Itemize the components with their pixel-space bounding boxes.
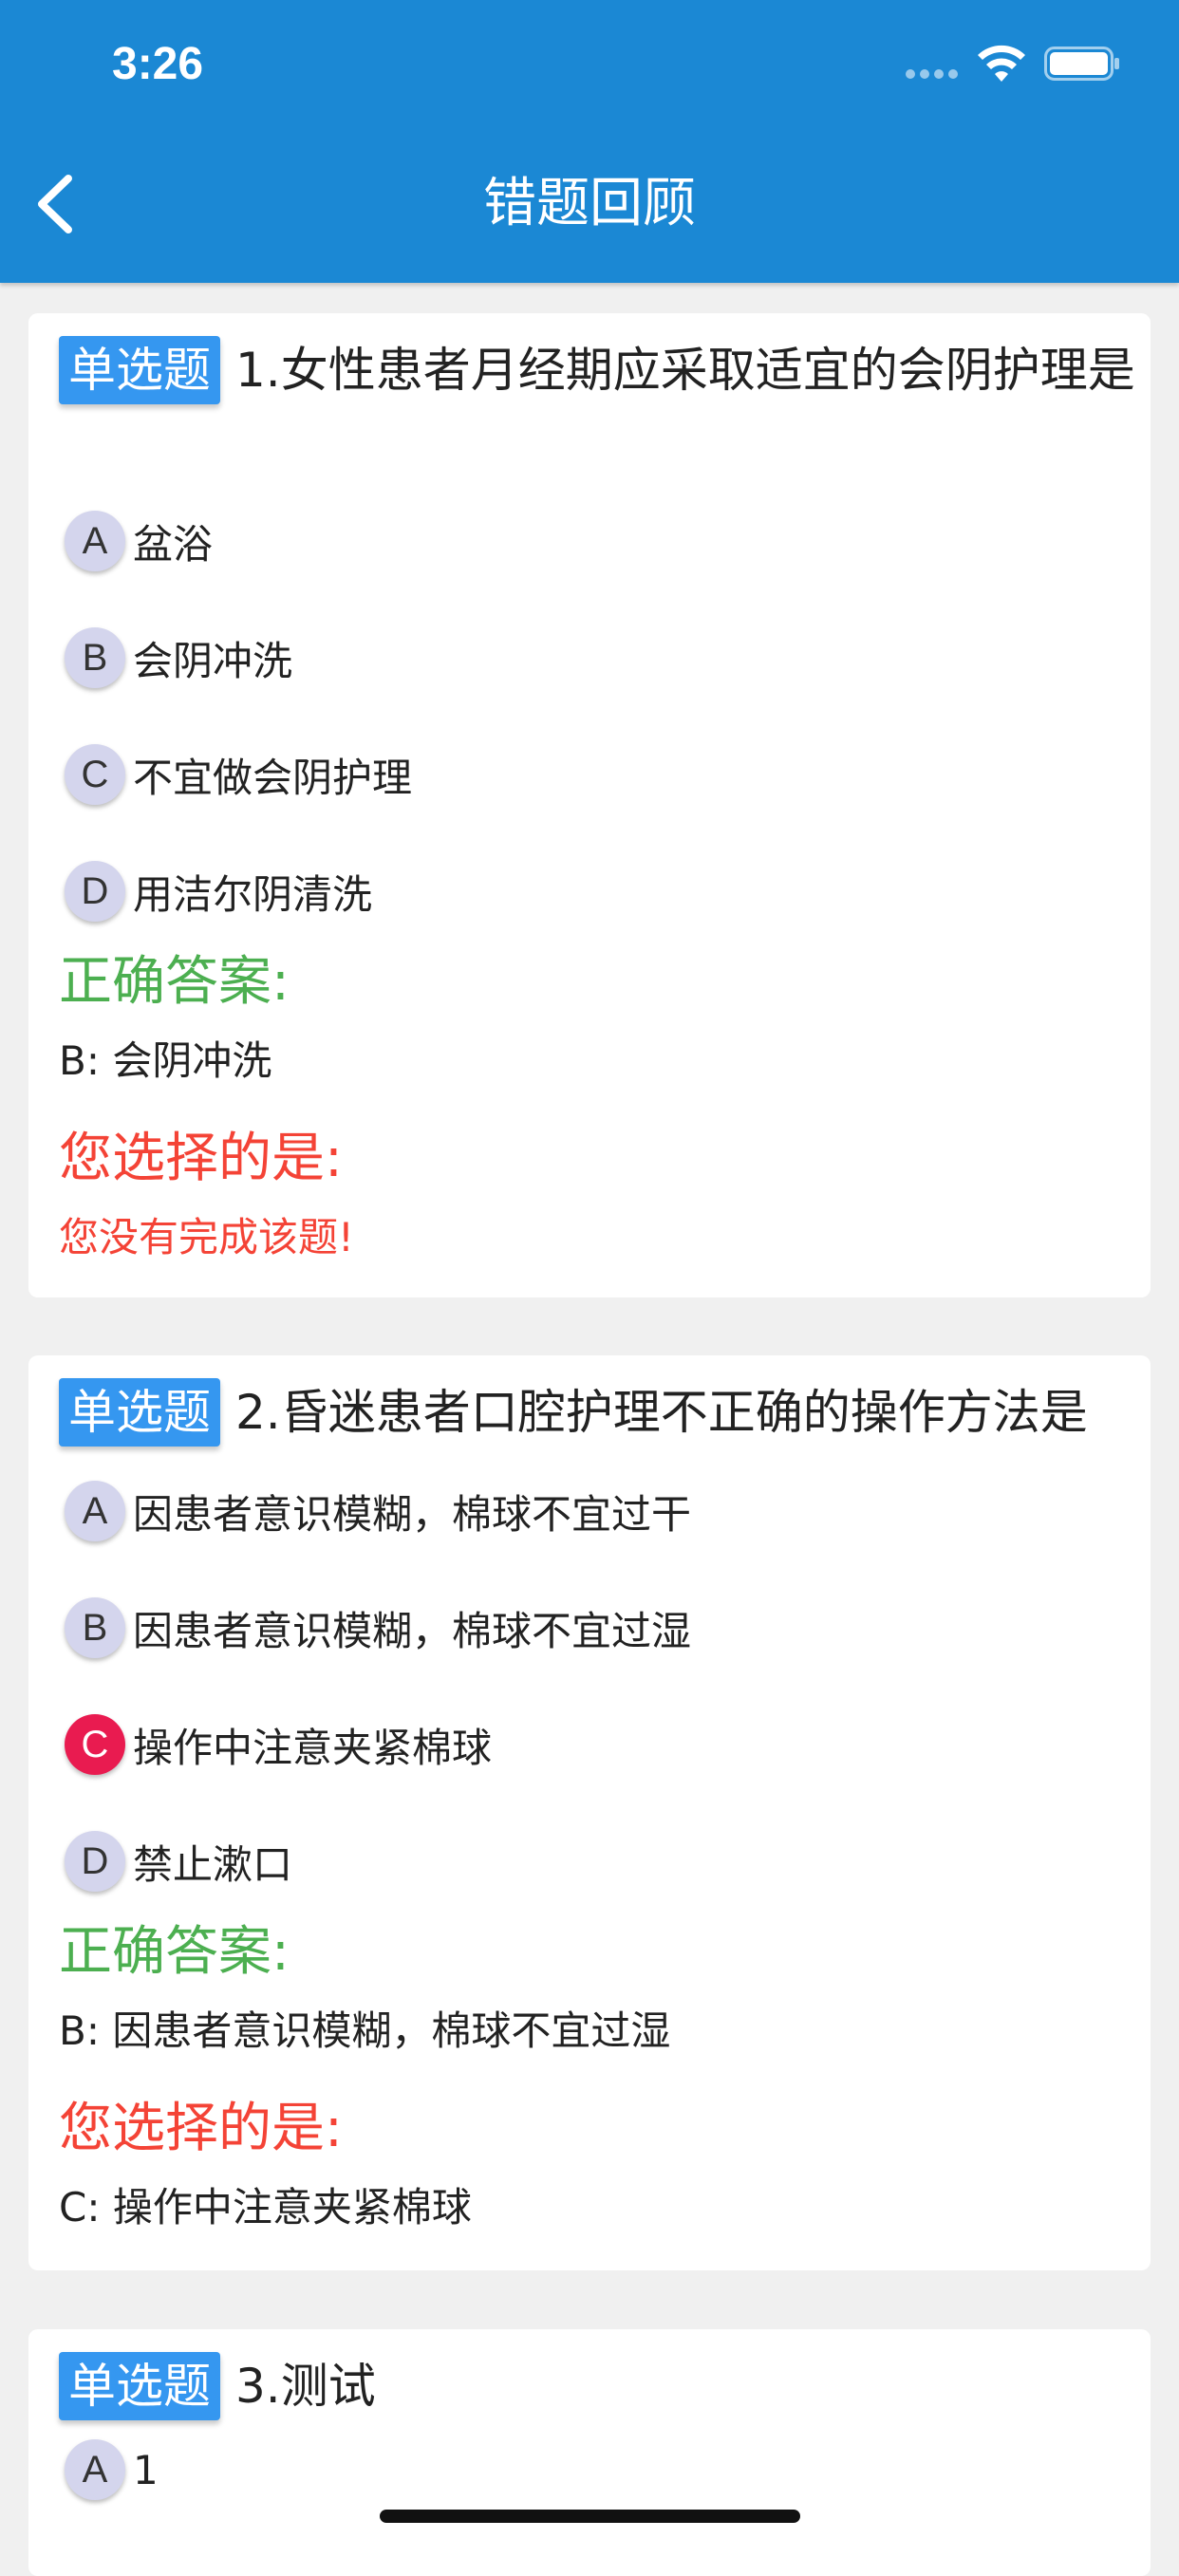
app-header: 3:26 错题回顾 bbox=[0, 0, 1179, 283]
question-card: 单选题 2.昏迷患者口腔护理不正确的操作方法是 A 因患者意识模糊，棉球不宜过干 … bbox=[28, 1355, 1151, 2270]
correct-answer-text: B: 因患者意识模糊，棉球不宜过湿 bbox=[59, 2007, 671, 2054]
chosen-answer-label: 您选择的是: bbox=[59, 2098, 343, 2159]
option-letter: D bbox=[65, 861, 125, 922]
chosen-answer-text: C: 操作中注意夹紧棉球 bbox=[59, 2184, 472, 2231]
option-text: 因患者意识模糊，棉球不宜过湿 bbox=[133, 1607, 692, 1654]
question-text: 3.测试 bbox=[235, 2359, 376, 2414]
question-text: 2.昏迷患者口腔护理不正确的操作方法是 bbox=[235, 1385, 1088, 1440]
option-letter: A bbox=[65, 511, 125, 571]
option-d[interactable]: D 用洁尔阴清洗 bbox=[65, 861, 372, 922]
home-indicator[interactable] bbox=[380, 2510, 800, 2523]
battery-icon bbox=[1044, 47, 1119, 81]
chosen-answer-text: 您没有完成该题! bbox=[59, 1214, 354, 1260]
option-letter: C bbox=[65, 744, 125, 805]
option-text: 禁止漱口 bbox=[133, 1840, 293, 1888]
question-type-badge: 单选题 bbox=[59, 336, 220, 404]
chosen-answer-label: 您选择的是: bbox=[59, 1128, 343, 1189]
option-letter: A bbox=[65, 2439, 125, 2500]
page-title: 错题回顾 bbox=[483, 173, 696, 234]
question-card: 单选题 1.女性患者月经期应采取适宜的会阴护理是 A 盆浴 B 会阴冲洗 C 不宜… bbox=[28, 313, 1151, 1297]
option-letter: B bbox=[65, 1597, 125, 1658]
option-text: 操作中注意夹紧棉球 bbox=[133, 1724, 493, 1771]
option-text: 不宜做会阴护理 bbox=[133, 754, 413, 801]
signal-icon bbox=[906, 69, 961, 81]
option-a[interactable]: A 1 bbox=[65, 2439, 159, 2500]
option-letter: D bbox=[65, 1831, 125, 1892]
correct-answer-text: B: 会阴冲洗 bbox=[59, 1037, 272, 1084]
question-type-badge: 单选题 bbox=[59, 1378, 220, 1447]
option-letter: A bbox=[65, 1481, 125, 1541]
option-letter-selected-wrong: C bbox=[65, 1714, 125, 1775]
option-c[interactable]: C 操作中注意夹紧棉球 bbox=[65, 1714, 492, 1775]
question-card: 单选题 3.测试 A 1 bbox=[28, 2329, 1151, 2576]
option-letter: B bbox=[65, 627, 125, 688]
correct-answer-label: 正确答案: bbox=[59, 951, 290, 1013]
question-type-badge: 单选题 bbox=[59, 2352, 220, 2420]
option-a[interactable]: A 盆浴 bbox=[65, 511, 213, 571]
option-a[interactable]: A 因患者意识模糊，棉球不宜过干 bbox=[65, 1481, 691, 1541]
wifi-icon bbox=[978, 45, 1025, 82]
option-text: 盆浴 bbox=[133, 520, 214, 568]
question-stem: 单选题 1.女性患者月经期应采取适宜的会阴护理是 bbox=[46, 336, 1137, 404]
option-text: 会阴冲洗 bbox=[133, 637, 293, 684]
question-stem: 单选题 3.测试 bbox=[46, 2352, 1137, 2420]
status-time: 3:26 bbox=[112, 39, 204, 89]
question-stem: 单选题 2.昏迷患者口腔护理不正确的操作方法是 bbox=[46, 1378, 1137, 1447]
question-text: 1.女性患者月经期应采取适宜的会阴护理是 bbox=[235, 343, 1135, 398]
option-text: 用洁尔阴清洗 bbox=[133, 870, 373, 918]
option-text: 因患者意识模糊，棉球不宜过干 bbox=[133, 1490, 692, 1538]
option-b[interactable]: B 因患者意识模糊，棉球不宜过湿 bbox=[65, 1597, 691, 1658]
correct-answer-label: 正确答案: bbox=[59, 1921, 290, 1983]
option-text: 1 bbox=[133, 2446, 159, 2493]
option-c[interactable]: C 不宜做会阴护理 bbox=[65, 744, 412, 805]
option-b[interactable]: B 会阴冲洗 bbox=[65, 627, 292, 688]
option-d[interactable]: D 禁止漱口 bbox=[65, 1831, 292, 1892]
